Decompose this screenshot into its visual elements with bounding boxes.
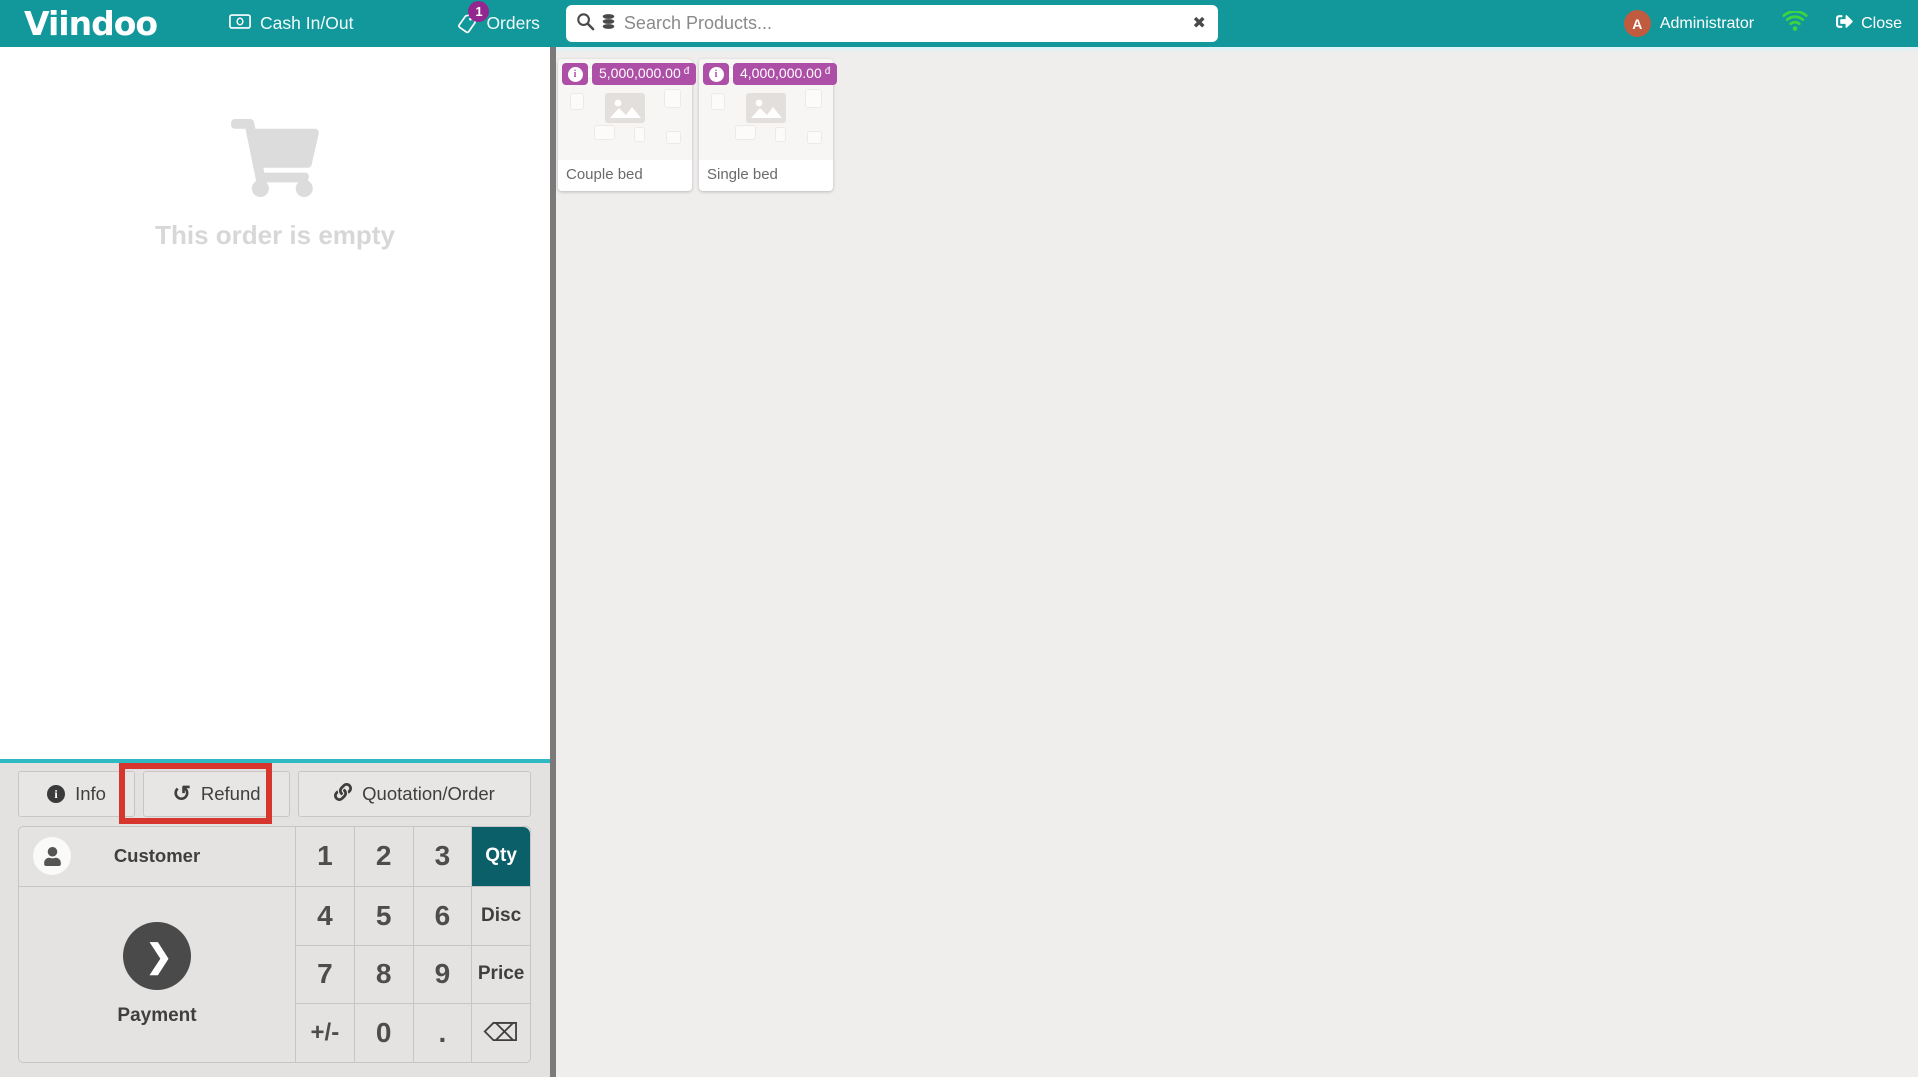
shopping-cart-icon: [231, 119, 319, 202]
orders-label: Orders: [486, 13, 539, 34]
avatar: A: [1624, 10, 1651, 37]
key-label: 3: [435, 840, 451, 872]
numpad-key-4[interactable]: 4: [295, 886, 354, 945]
user-menu[interactable]: A Administrator: [1624, 10, 1754, 37]
key-label: 8: [376, 958, 392, 990]
key-label: 1: [317, 840, 333, 872]
mode-price-button[interactable]: Price: [471, 945, 530, 1004]
numpad-key-8[interactable]: 8: [354, 945, 413, 1004]
key-label: 9: [435, 958, 451, 990]
customer-icon: [33, 837, 71, 875]
key-label: 4: [317, 900, 333, 932]
image-icon: [746, 93, 786, 128]
key-label: +/-: [311, 1019, 340, 1047]
payment-button[interactable]: ❯ Payment: [19, 886, 295, 1062]
key-label: .: [438, 1017, 446, 1049]
products-db-icon: [601, 13, 616, 35]
product-card-single-bed[interactable]: i 4,000,000.00 đ: [699, 59, 833, 191]
mode-qty-button[interactable]: Qty: [471, 827, 530, 886]
info-icon: i: [47, 785, 65, 803]
key-label: 7: [317, 958, 333, 990]
product-info-icon[interactable]: i: [562, 63, 588, 85]
image-icon: [605, 93, 645, 128]
numpad-key-0[interactable]: 0: [354, 1003, 413, 1062]
customer-label: Customer: [114, 845, 200, 867]
clear-search-icon[interactable]: ✖: [1193, 16, 1206, 32]
product-card-couple-bed[interactable]: i 5,000,000.00 đ: [558, 59, 692, 191]
viindoo-logo: Viindoo: [24, 4, 157, 43]
numpad-key-7[interactable]: 7: [295, 945, 354, 1004]
top-bar: Viindoo Cash In/Out 1 Orders: [0, 0, 1918, 47]
order-panel: This order is empty i Info ↺ Refund Quot…: [0, 47, 550, 1077]
key-label: Qty: [485, 845, 517, 867]
refund-label: Refund: [201, 783, 261, 805]
products-panel: i 5,000,000.00 đ: [556, 47, 1918, 1077]
quotation-label: Quotation/Order: [362, 783, 495, 805]
numpad-key-decimal[interactable]: .: [413, 1003, 472, 1062]
currency-symbol: đ: [825, 66, 831, 77]
numpad-key-5[interactable]: 5: [354, 886, 413, 945]
product-name: Couple bed: [558, 160, 692, 191]
numpad: Customer 1 2 3 Qty ❯ Payment 4 5 6 Disc …: [18, 826, 531, 1063]
price-badge: 4,000,000.00 đ: [733, 63, 837, 85]
backspace-icon: ⌫: [483, 1018, 518, 1048]
sign-out-icon: [1836, 13, 1853, 35]
key-label: 6: [435, 900, 451, 932]
price-badge: 5,000,000.00 đ: [592, 63, 696, 85]
numpad-key-9[interactable]: 9: [413, 945, 472, 1004]
product-info-icon[interactable]: i: [703, 63, 729, 85]
empty-order-area: This order is empty: [0, 47, 550, 759]
product-name: Single bed: [699, 160, 833, 191]
chevron-right-icon: ❯: [123, 922, 191, 990]
numpad-key-plusminus[interactable]: +/-: [295, 1003, 354, 1062]
key-label: 5: [376, 900, 392, 932]
connection-status[interactable]: [1782, 11, 1808, 37]
numpad-key-3[interactable]: 3: [413, 827, 472, 886]
price-value: 4,000,000.00: [740, 65, 822, 81]
numpad-key-1[interactable]: 1: [295, 827, 354, 886]
backspace-key[interactable]: ⌫: [471, 1003, 530, 1062]
key-label: Disc: [481, 905, 521, 927]
search-bar[interactable]: ✖: [566, 5, 1218, 42]
action-buttons-row: i Info ↺ Refund Quotation/Order: [18, 771, 532, 817]
currency-symbol: đ: [684, 66, 690, 77]
wifi-icon: [1782, 19, 1808, 36]
empty-order-message: This order is empty: [155, 220, 395, 251]
info-button[interactable]: i Info: [18, 771, 135, 817]
top-right-cluster: A Administrator Close: [1624, 10, 1902, 37]
undo-icon: ↺: [172, 783, 190, 805]
orders-count-badge: 1: [468, 1, 489, 22]
order-controls: i Info ↺ Refund Quotation/Order: [0, 759, 550, 1077]
badge-row: i 4,000,000.00 đ: [703, 63, 837, 85]
price-value: 5,000,000.00: [599, 65, 681, 81]
search-input[interactable]: [622, 12, 1187, 35]
badge-row: i 5,000,000.00 đ: [562, 63, 696, 85]
payment-label: Payment: [117, 1005, 196, 1027]
key-label: Price: [478, 963, 524, 985]
numpad-key-6[interactable]: 6: [413, 886, 472, 945]
quotation-order-button[interactable]: Quotation/Order: [298, 771, 531, 817]
link-icon: [334, 783, 352, 806]
key-label: 0: [376, 1017, 392, 1049]
customer-button[interactable]: Customer: [19, 827, 295, 886]
key-label: 2: [376, 840, 392, 872]
mode-disc-button[interactable]: Disc: [471, 886, 530, 945]
user-name: Administrator: [1660, 15, 1754, 33]
info-label: Info: [75, 783, 106, 805]
search-icon: [576, 12, 595, 36]
refund-button[interactable]: ↺ Refund: [143, 771, 290, 817]
tag-icon: 1: [457, 14, 477, 34]
product-grid: i 5,000,000.00 đ: [556, 51, 1918, 191]
close-label: Close: [1861, 15, 1902, 33]
close-button[interactable]: Close: [1836, 13, 1902, 35]
cash-in-out-button[interactable]: Cash In/Out: [229, 13, 353, 34]
cash-in-out-label: Cash In/Out: [260, 13, 353, 34]
orders-button[interactable]: 1 Orders: [457, 13, 539, 34]
numpad-key-2[interactable]: 2: [354, 827, 413, 886]
money-bill-icon: [229, 13, 251, 34]
